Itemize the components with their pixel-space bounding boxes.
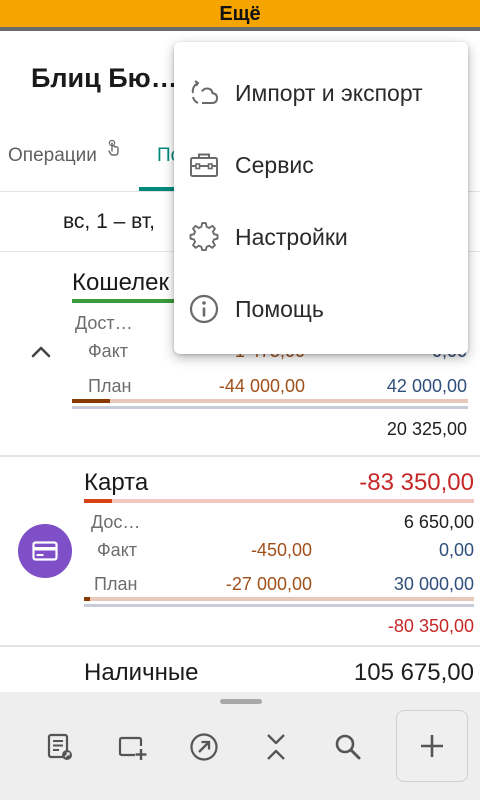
search-icon[interactable] [332, 731, 364, 763]
account-card[interactable]: Карта -83 350,00 Дос… 6 650,00 Факт -450… [0, 455, 480, 643]
credit-card-icon [32, 541, 58, 561]
account-name: Карта [84, 469, 149, 496]
menu-item-settings[interactable]: Настройки [174, 201, 468, 273]
menu-item-service[interactable]: Сервис [174, 129, 468, 201]
overflow-menu: Импорт и экспорт Сервис Настройки Помощь [174, 42, 468, 354]
plan-spent-track [84, 597, 474, 601]
chevron-up-icon[interactable] [30, 344, 52, 358]
available-label: Дос… [91, 512, 141, 532]
account-total: 20 325,00 [386, 419, 467, 439]
menu-item-import-export[interactable]: Импорт и экспорт [174, 57, 468, 129]
fact-label: Факт [97, 540, 138, 560]
menu-item-label: Настройки [235, 224, 348, 250]
fact-spent-value: -450,00 [250, 540, 312, 560]
fact-income-value: 0,00 [438, 540, 474, 560]
plan-spent-progress [72, 399, 110, 403]
cloud-sync-icon [191, 80, 219, 104]
plan-income-value: 30 000,00 [393, 574, 474, 594]
status-bar-title: Ещё [219, 3, 261, 25]
date-range-text: вс, 1 – вт, [63, 210, 155, 233]
account-cash[interactable]: Наличные 105 675,00 [0, 645, 480, 695]
drag-handle[interactable] [220, 699, 262, 704]
collapse-icon[interactable] [260, 731, 292, 763]
plan-spent-value: -27 000,00 [225, 574, 312, 594]
plan-income-value: 42 000,00 [386, 376, 467, 396]
plan-spent-progress [84, 597, 90, 601]
report-icon[interactable] [44, 731, 76, 763]
info-icon [189, 294, 219, 324]
tab-operations[interactable]: Операции [8, 139, 119, 167]
account-icon-button[interactable] [18, 524, 72, 578]
account-name: Наличные [84, 659, 199, 686]
plan-income-track [72, 406, 468, 409]
account-balance-bar [84, 499, 112, 503]
available-value: 6 650,00 [403, 512, 474, 532]
tap-gesture-icon [108, 139, 119, 156]
bottom-toolbar [0, 692, 480, 800]
gear-icon [189, 222, 219, 251]
arrow-circle-icon[interactable] [188, 731, 220, 763]
add-window-icon[interactable] [116, 731, 148, 763]
toolbox-icon [190, 153, 218, 177]
fact-label: Факт [88, 341, 129, 361]
plan-spent-track [72, 399, 468, 403]
top-status-bar: Ещё [0, 0, 480, 31]
plan-spent-value: -44 000,00 [218, 376, 305, 396]
app-title: Блиц Бю… [31, 63, 178, 93]
account-amount: -83 350,00 [359, 469, 474, 496]
menu-item-label: Сервис [235, 152, 314, 178]
account-name: Кошелек [72, 269, 169, 296]
plan-income-track [84, 604, 474, 607]
tab-operations-label: Операции [8, 145, 97, 166]
account-amount: 105 675,00 [353, 659, 474, 686]
account-balance-bar [72, 299, 182, 303]
add-button[interactable] [396, 710, 468, 782]
available-label: Дост… [75, 313, 133, 333]
plan-label: План [88, 376, 132, 396]
plus-icon [421, 735, 443, 757]
account-total: -80 350,00 [387, 616, 474, 636]
menu-item-label: Импорт и экспорт [235, 80, 423, 106]
menu-item-help[interactable]: Помощь [174, 273, 468, 345]
menu-item-label: Помощь [235, 296, 324, 322]
account-balance-track [84, 499, 474, 503]
plan-label: План [94, 574, 138, 594]
